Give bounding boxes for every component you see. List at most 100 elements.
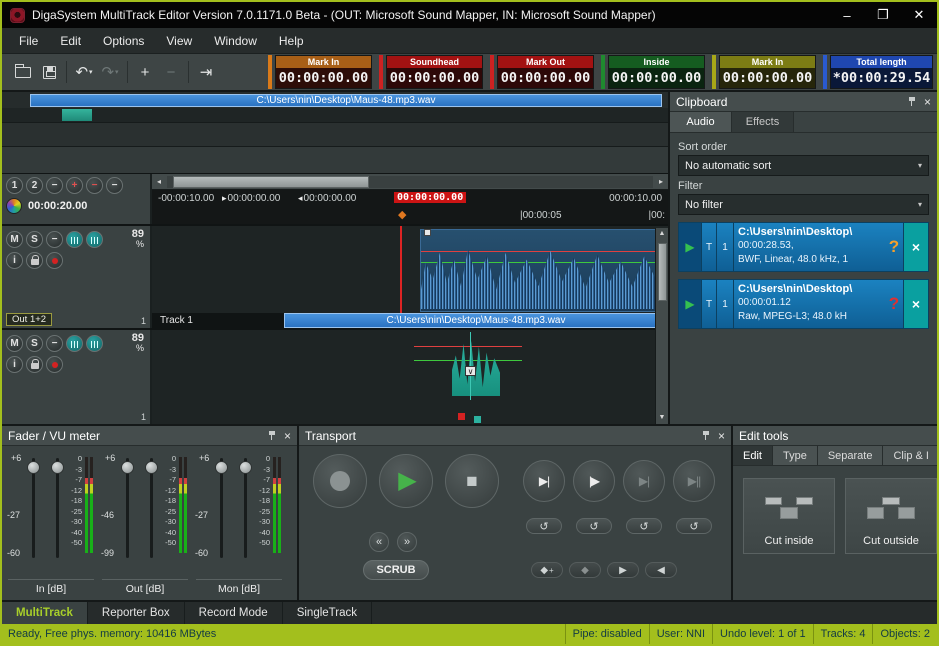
remove-item-button[interactable]: × (903, 280, 928, 328)
sort-order-select[interactable]: No automatic sort ▾ (678, 155, 929, 176)
maximize-button[interactable]: ❐ (865, 2, 901, 28)
filter-select[interactable]: No filter ▾ (678, 194, 929, 215)
next-marker-button[interactable]: ▶ (607, 562, 639, 578)
play-item-button[interactable]: ▶ (679, 280, 702, 328)
overview-file-bar[interactable]: C:\Users\nin\Desktop\Maus-48.mp3.wav (30, 94, 662, 107)
menu-file[interactable]: File (8, 34, 49, 48)
meter-button[interactable] (86, 335, 103, 352)
clipboard-item[interactable]: ▶ T 1 C:\Users\nin\Desktop\ 00:00:01.12 … (678, 279, 929, 329)
edit-handle-teal[interactable] (474, 416, 481, 423)
close-button[interactable]: ✕ (901, 2, 937, 28)
close-panel-icon[interactable]: × (718, 430, 725, 442)
loop-button[interactable]: ↺ (676, 518, 712, 534)
meter-button[interactable] (86, 231, 103, 248)
audio-clip[interactable] (420, 229, 657, 312)
tab-reporter-box[interactable]: Reporter Box (88, 602, 185, 624)
playhead-diamond-icon[interactable]: ◆ (398, 208, 406, 221)
cut-inside-button[interactable]: Cut inside (743, 478, 835, 554)
tab-type[interactable]: Type (773, 446, 818, 465)
scroll-right-icon[interactable]: ▸ (654, 177, 668, 186)
play-from-mark-button[interactable]: |▶ (573, 460, 615, 502)
horizontal-scrollbar[interactable]: ◂ ▸ (152, 174, 668, 190)
lock-button[interactable] (26, 356, 43, 373)
tab-multitrack[interactable]: MultiTrack (2, 602, 88, 624)
tab-edit[interactable]: Edit (733, 446, 773, 465)
zoom-in-button[interactable]: + (132, 59, 158, 85)
clip-handle[interactable] (424, 229, 431, 236)
track-name-label[interactable]: Track 1 (152, 313, 284, 328)
fader-knob[interactable] (215, 461, 228, 474)
prev-marker-button[interactable]: ◀ (645, 562, 677, 578)
menu-edit[interactable]: Edit (49, 34, 92, 48)
close-panel-icon[interactable]: × (924, 96, 931, 108)
nav-preset-2-button[interactable]: 2 (26, 177, 43, 194)
zoom-out-button[interactable]: − (158, 59, 184, 85)
track-2-lane[interactable]: ∨ (152, 330, 668, 424)
tab-effects[interactable]: Effects (732, 112, 794, 132)
undo-button[interactable]: ↶▾ (71, 59, 97, 85)
scrollbar-thumb[interactable] (173, 176, 369, 188)
mute-button[interactable]: M (6, 231, 23, 248)
marker-button[interactable]: ◆ (569, 562, 601, 578)
solo-button[interactable]: S (26, 231, 43, 248)
lock-button[interactable] (26, 252, 43, 269)
play-to-mark-button[interactable]: ▶| (523, 460, 565, 502)
play-selection-button[interactable]: ▶| (623, 460, 665, 502)
pin-icon[interactable] (702, 431, 710, 440)
scrub-button[interactable]: SCRUB (363, 560, 429, 580)
vertical-scrollbar[interactable]: ▲ ▼ (655, 228, 668, 424)
minimize-button[interactable]: – (829, 2, 865, 28)
record-button[interactable] (313, 454, 367, 508)
remove-item-button[interactable]: × (903, 223, 928, 271)
play-item-button[interactable]: ▶ (679, 223, 702, 271)
edit-anchor-box[interactable]: ∨ (465, 366, 476, 376)
pin-icon[interactable] (908, 97, 916, 106)
info-button[interactable]: i (6, 356, 23, 373)
solo-button[interactable]: S (26, 335, 43, 352)
loop-button[interactable]: ↺ (626, 518, 662, 534)
fader-knob[interactable] (239, 461, 252, 474)
scrollbar-thumb[interactable] (658, 243, 667, 301)
track-1-lane[interactable]: Track 1 C:\Users\nin\Desktop\Maus-48.mp3… (152, 226, 668, 328)
nav-collapse-button[interactable]: − (106, 177, 123, 194)
menu-options[interactable]: Options (92, 34, 155, 48)
goto-marker-button[interactable]: ⇥ (193, 59, 219, 85)
overview-clip-block[interactable] (62, 109, 92, 121)
record-arm-button[interactable] (46, 356, 63, 373)
info-button[interactable]: i (6, 252, 23, 269)
scroll-up-icon[interactable]: ▲ (659, 228, 666, 240)
meter-button[interactable] (66, 231, 83, 248)
meter-button[interactable] (66, 335, 83, 352)
redo-button[interactable]: ↷▾ (97, 59, 123, 85)
save-button[interactable] (36, 59, 62, 85)
menu-view[interactable]: View (155, 34, 203, 48)
fader-knob[interactable] (121, 461, 134, 474)
tab-separate[interactable]: Separate (818, 446, 884, 465)
loop-button[interactable]: ↺ (526, 518, 562, 534)
tab-clip[interactable]: Clip & I (883, 446, 939, 465)
fader-knob[interactable] (51, 461, 64, 474)
edit-handle-red[interactable] (458, 413, 465, 420)
tab-record-mode[interactable]: Record Mode (185, 602, 283, 624)
clip-title-bar[interactable]: C:\Users\nin\Desktop\Maus-48.mp3.wav (284, 313, 668, 328)
menu-help[interactable]: Help (268, 34, 315, 48)
nav-preset-1-button[interactable]: 1 (6, 177, 23, 194)
close-panel-icon[interactable]: × (284, 430, 291, 442)
nav-minus-button[interactable]: − (46, 177, 63, 194)
open-button[interactable] (10, 59, 36, 85)
cut-outside-button[interactable]: Cut outside (845, 478, 937, 554)
pin-icon[interactable] (268, 431, 276, 440)
step-back-button[interactable]: « (369, 532, 389, 552)
clipboard-item[interactable]: ▶ T 1 C:\Users\nin\Desktop\ 00:00:28.53,… (678, 222, 929, 272)
loop-button[interactable]: ↺ (576, 518, 612, 534)
play-pause-button[interactable]: ▶|| (673, 460, 715, 502)
tab-singletrack[interactable]: SingleTrack (283, 602, 372, 624)
phase-button[interactable]: − (46, 231, 63, 248)
fader-knob[interactable] (145, 461, 158, 474)
nav-zoom-in-marks-button[interactable]: + (66, 177, 83, 194)
stop-button[interactable]: ■ (445, 454, 499, 508)
phase-button[interactable]: − (46, 335, 63, 352)
play-button[interactable]: ▶ (379, 454, 433, 508)
menu-window[interactable]: Window (203, 34, 268, 48)
scrollbar-track[interactable] (167, 176, 653, 188)
